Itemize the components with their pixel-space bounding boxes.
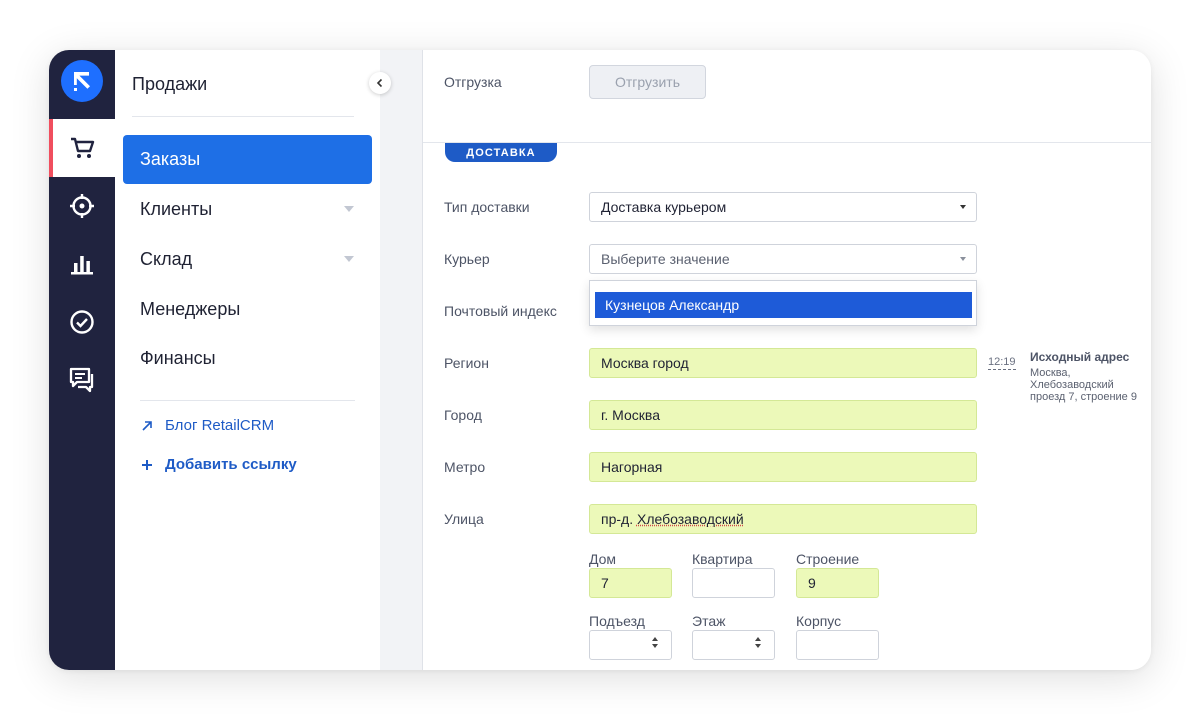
icon-rail (49, 50, 115, 670)
external-link-arrow-icon (141, 420, 159, 432)
house-value: 7 (601, 575, 609, 591)
sidebar: Продажи Заказы Клиенты Склад Менеджеры Ф… (115, 50, 380, 670)
ship-button[interactable]: Отгрузить (589, 65, 706, 99)
region-value: Москва город (601, 355, 689, 371)
rail-sales[interactable] (49, 119, 115, 177)
street-prefix: пр-д. (601, 511, 634, 527)
building-label: Строение (796, 551, 860, 567)
chevron-down-icon (960, 257, 966, 261)
target-icon (70, 194, 94, 218)
street-input[interactable]: пр-д. Хлебозаводский (589, 504, 977, 534)
sidebar-divider (140, 400, 355, 401)
app-window: Продажи Заказы Клиенты Склад Менеджеры Ф… (49, 50, 1151, 670)
sidebar-item-label: Менеджеры (140, 299, 241, 319)
blog-link[interactable]: Блог RetailCRM (141, 417, 274, 434)
building-value: 9 (808, 575, 816, 591)
delivery-type-label: Тип доставки (444, 199, 530, 215)
house-label: Дом (589, 551, 617, 567)
block-label: Корпус (796, 613, 842, 629)
chat-icon (69, 367, 94, 393)
gutter (380, 50, 422, 670)
rail-chats[interactable] (49, 351, 115, 409)
chevron-down-icon (344, 206, 354, 212)
stepper-arrows-icon[interactable] (755, 637, 761, 648)
building-input[interactable]: 9 (796, 568, 879, 598)
chevron-down-icon (960, 205, 966, 209)
rail-tasks[interactable] (49, 293, 115, 351)
city-label: Город (444, 407, 482, 423)
sidebar-divider (132, 116, 354, 117)
logo-arrow-icon (74, 72, 90, 91)
block-input[interactable] (796, 630, 879, 660)
entrance-label: Подъезд (589, 613, 645, 629)
courier-label: Курьер (444, 251, 490, 267)
source-address-text: Москва, Хлебозаводский проезд 7, строени… (1030, 367, 1137, 403)
city-input[interactable]: г. Москва (589, 400, 977, 430)
sidebar-item-clients[interactable]: Клиенты (123, 185, 372, 234)
floor-stepper[interactable] (692, 630, 775, 660)
courier-placeholder: Выберите значение (601, 251, 730, 267)
courier-dropdown: Кузнецов Александр (589, 280, 977, 326)
cart-icon (71, 137, 95, 158)
house-input[interactable]: 7 (589, 568, 672, 598)
chevron-left-icon (376, 78, 383, 88)
retailcrm-logo[interactable] (61, 60, 103, 102)
local-time[interactable]: 12:19 (988, 356, 1016, 370)
collapse-sidebar-button[interactable] (369, 72, 391, 94)
rail-marketing[interactable] (49, 177, 115, 235)
postal-code-label: Почтовый индекс (444, 303, 557, 319)
source-address-title: Исходный адрес (1030, 350, 1130, 364)
add-link-button[interactable]: Добавить ссылку (141, 456, 297, 473)
flat-label: Квартира (692, 551, 753, 567)
bar-chart-icon (71, 256, 93, 275)
stepper-arrows-icon[interactable] (652, 637, 658, 648)
sidebar-item-label: Заказы (140, 149, 201, 169)
delivery-type-select[interactable]: Доставка курьером (589, 192, 977, 222)
flat-input[interactable] (692, 568, 775, 598)
add-link-label: Добавить ссылку (165, 456, 297, 473)
region-label: Регион (444, 355, 489, 371)
metro-value: Нагорная (601, 459, 663, 475)
sidebar-item-label: Клиенты (140, 199, 213, 219)
check-circle-icon (70, 310, 94, 334)
delivery-type-value: Доставка курьером (601, 199, 727, 215)
street-name: Хлебозаводский (636, 511, 744, 527)
chevron-down-icon (344, 256, 354, 262)
metro-input[interactable]: Нагорная (589, 452, 977, 482)
sidebar-title: Продажи (132, 74, 208, 94)
plus-icon (141, 459, 159, 471)
floor-label: Этаж (692, 613, 726, 629)
metro-label: Метро (444, 459, 486, 475)
sidebar-item-label: Финансы (140, 348, 216, 368)
rail-analytics[interactable] (49, 235, 115, 293)
sidebar-item-label: Склад (140, 249, 193, 269)
sidebar-item-managers[interactable]: Менеджеры (123, 285, 372, 334)
delivery-section-title: ДОСТАВКА (445, 143, 557, 162)
shipment-label: Отгрузка (444, 74, 502, 90)
order-form: Отгрузка Отгрузить ДОСТАВКА Тип доставки… (423, 50, 1151, 670)
city-value: г. Москва (601, 407, 660, 423)
blog-link-label: Блог RetailCRM (165, 417, 275, 434)
street-label: Улица (444, 511, 484, 527)
sidebar-item-orders[interactable]: Заказы (123, 135, 372, 184)
region-input[interactable]: Москва город (589, 348, 977, 378)
sidebar-item-finance[interactable]: Финансы (123, 334, 372, 383)
entrance-stepper[interactable] (589, 630, 672, 660)
courier-select[interactable]: Выберите значение (589, 244, 977, 274)
sidebar-item-warehouse[interactable]: Склад (123, 235, 372, 284)
courier-option[interactable]: Кузнецов Александр (595, 292, 972, 318)
